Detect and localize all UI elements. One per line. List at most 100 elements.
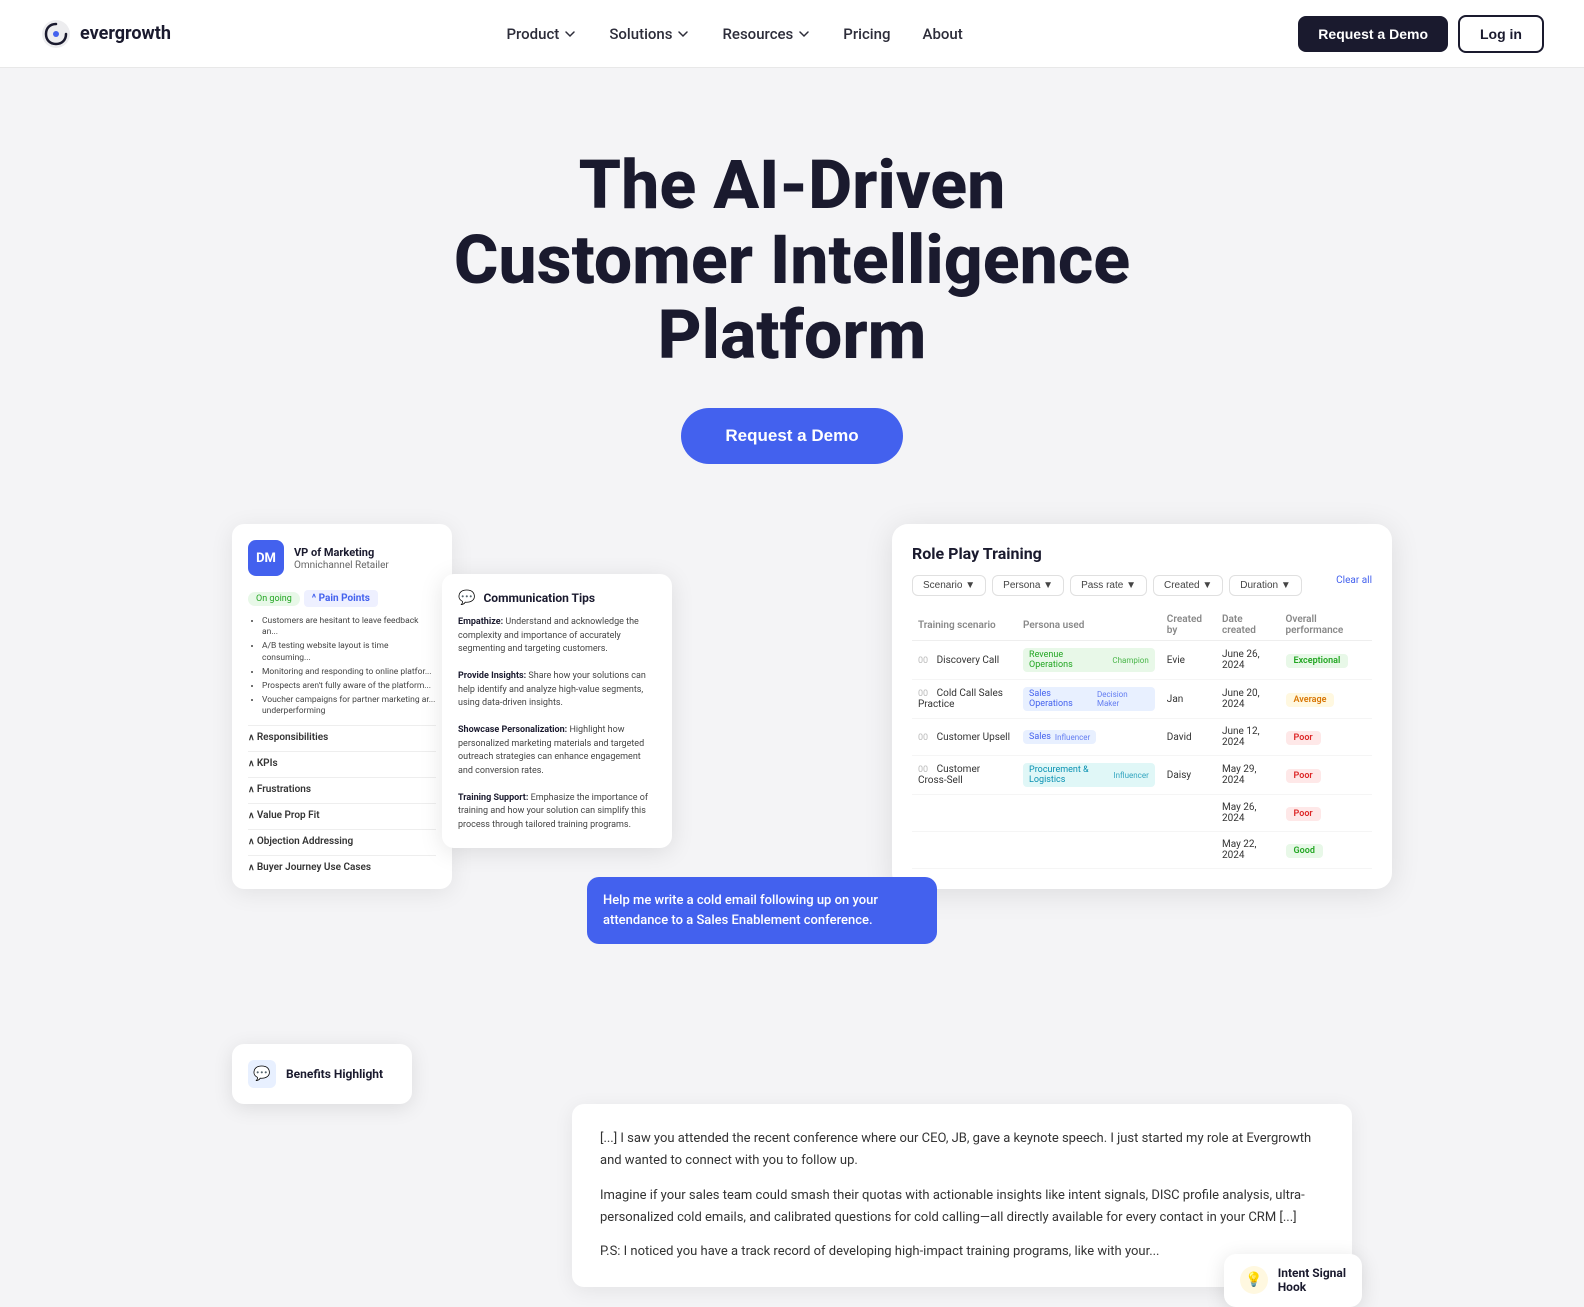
nav-about-label: About — [923, 25, 963, 43]
date-created: May 29, 2024 — [1222, 764, 1257, 786]
scenario-name: Customer Upsell — [937, 732, 1010, 743]
nav-item-about[interactable]: About — [909, 17, 977, 51]
creator-name: Jan — [1167, 694, 1183, 705]
pain-points-list: Customers are hesitant to leave feedback… — [248, 616, 436, 716]
persona-chip: Revenue OperationsChampion — [1023, 648, 1155, 672]
filter-clear[interactable]: Clear all — [1336, 575, 1372, 596]
persona-section-buyer[interactable]: Buyer Journey Use Cases — [248, 855, 436, 873]
list-item: Monitoring and responding to online plat… — [262, 667, 436, 678]
tips-title: Communication Tips — [483, 591, 595, 605]
chevron-down-icon — [676, 27, 690, 41]
email-card: [...] I saw you attended the recent conf… — [572, 1104, 1352, 1286]
intent-label: Intent Signal Hook — [1278, 1266, 1346, 1295]
nav-demo-button[interactable]: Request a Demo — [1298, 16, 1448, 52]
table-row[interactable]: 00 Customer Cross-Sell Procurement & Log… — [912, 756, 1372, 795]
filter-passrate[interactable]: Pass rate ▼ — [1070, 575, 1147, 596]
list-item: Customers are hesitant to leave feedback… — [262, 616, 436, 638]
navigation: evergrowth Product Solutions Resources P… — [0, 0, 1584, 68]
nav-solutions-label: Solutions — [609, 25, 672, 43]
persona-section-kpis[interactable]: KPIs — [248, 751, 436, 769]
nav-actions: Request a Demo Log in — [1298, 15, 1544, 53]
tips-icon: 💬 — [458, 590, 475, 606]
table-row[interactable]: 00 Discovery Call Revenue OperationsCham… — [912, 641, 1372, 680]
intent-icon: 💡 — [1240, 1266, 1268, 1294]
nav-item-pricing[interactable]: Pricing — [829, 17, 904, 51]
date-created: May 26, 2024 — [1222, 802, 1257, 824]
persona-section-objection[interactable]: Objection Addressing — [248, 829, 436, 847]
scenario-name: Discovery Call — [937, 655, 1000, 666]
table-row[interactable]: 00 Customer Upsell SalesInfluencer David… — [912, 719, 1372, 756]
intent-signal-card: 💡 Intent Signal Hook — [1224, 1254, 1362, 1307]
roleplay-title: Role Play Training — [912, 544, 1372, 563]
performance-badge: Poor — [1286, 731, 1321, 745]
scenario-name: Cold Call Sales Practice — [918, 688, 1003, 710]
filter-created[interactable]: Created ▼ — [1153, 575, 1223, 596]
persona-chip: Sales OperationsDecision Maker — [1023, 687, 1155, 711]
list-item: Prospects aren't fully aware of the plat… — [262, 681, 436, 692]
nav-item-resources[interactable]: Resources — [708, 17, 825, 51]
persona-chip: SalesInfluencer — [1023, 730, 1096, 744]
creator-name: Daisy — [1167, 770, 1191, 781]
communication-tips-card: 💬 Communication Tips Empathize: Understa… — [442, 574, 672, 848]
filter-duration[interactable]: Duration ▼ — [1229, 575, 1301, 596]
nav-product-label: Product — [506, 25, 559, 43]
logo-text: evergrowth — [80, 23, 171, 44]
nav-pricing-label: Pricing — [843, 25, 890, 43]
persona-section-responsibilities[interactable]: Responsibilities — [248, 725, 436, 743]
benefits-label: Benefits Highlight — [286, 1067, 383, 1083]
filter-persona[interactable]: Persona ▼ — [992, 575, 1064, 596]
performance-badge: Exceptional — [1286, 654, 1349, 668]
nav-links: Product Solutions Resources Pricing Abou… — [492, 17, 976, 51]
email-paragraph-1: [...] I saw you attended the recent conf… — [600, 1128, 1324, 1172]
col-performance: Overall performance — [1280, 610, 1372, 641]
table-row[interactable]: May 22, 2024 Good — [912, 832, 1372, 869]
persona-title: VP of Marketing — [294, 546, 389, 560]
nav-item-product[interactable]: Product — [492, 17, 591, 51]
persona-status-badge: On going — [248, 592, 300, 606]
hero-heading: The AI-Driven Customer Intelligence Plat… — [392, 148, 1192, 372]
date-created: May 22, 2024 — [1222, 839, 1257, 861]
pain-points-label: ^ Pain Points — [304, 590, 378, 607]
performance-badge: Poor — [1286, 807, 1321, 821]
list-item: A/B testing website layout is time consu… — [262, 641, 436, 663]
performance-badge: Average — [1286, 693, 1335, 707]
persona-subtitle: Omnichannel Retailer — [294, 560, 389, 571]
benefits-icon: 💬 — [248, 1060, 276, 1088]
col-scenario: Training scenario — [912, 610, 1017, 641]
table-row[interactable]: May 26, 2024 Poor — [912, 795, 1372, 832]
date-created: June 12, 2024 — [1222, 726, 1260, 748]
filter-scenario[interactable]: Scenario ▼ — [912, 575, 986, 596]
logo[interactable]: evergrowth — [40, 18, 171, 50]
persona-section-value[interactable]: Value Prop Fit — [248, 803, 436, 821]
table-row[interactable]: 00 Cold Call Sales Practice Sales Operat… — [912, 680, 1372, 719]
col-persona: Persona used — [1017, 610, 1161, 641]
hero-demo-button[interactable]: Request a Demo — [681, 408, 902, 464]
benefits-highlight-card: 💬 Benefits Highlight — [232, 1044, 412, 1104]
product-showcase: DM VP of Marketing Omnichannel Retailer … — [192, 524, 1392, 1024]
performance-badge: Poor — [1286, 769, 1321, 783]
chevron-down-icon — [797, 27, 811, 41]
nav-login-button[interactable]: Log in — [1458, 15, 1544, 53]
roleplay-card: Role Play Training Scenario ▼ Persona ▼ … — [892, 524, 1392, 889]
date-created: June 20, 2024 — [1222, 688, 1260, 710]
chevron-down-icon — [563, 27, 577, 41]
chat-bubble: Help me write a cold email following up … — [587, 877, 937, 944]
persona-avatar: DM — [248, 540, 284, 576]
nav-resources-label: Resources — [722, 25, 793, 43]
roleplay-filters: Scenario ▼ Persona ▼ Pass rate ▼ Created… — [912, 575, 1372, 596]
persona-chip: Procurement & LogisticsInfluencer — [1023, 763, 1155, 787]
creator-name: David — [1167, 732, 1192, 743]
col-date: Date created — [1216, 610, 1280, 641]
performance-badge: Good — [1286, 844, 1323, 858]
list-item: Voucher campaigns for partner marketing … — [262, 695, 436, 717]
persona-section-frustrations[interactable]: Frustrations — [248, 777, 436, 795]
email-paragraph-2: Imagine if your sales team could smash t… — [600, 1185, 1324, 1229]
nav-item-solutions[interactable]: Solutions — [595, 17, 704, 51]
persona-card: DM VP of Marketing Omnichannel Retailer … — [232, 524, 452, 888]
creator-name: Evie — [1167, 655, 1185, 666]
tips-content: Empathize: Understand and acknowledge th… — [458, 616, 656, 832]
hero-section: The AI-Driven Customer Intelligence Plat… — [0, 68, 1584, 524]
col-created-by: Created by — [1161, 610, 1216, 641]
email-paragraph-3: P.S: I noticed you have a track record o… — [600, 1241, 1324, 1263]
date-created: June 26, 2024 — [1222, 649, 1260, 671]
